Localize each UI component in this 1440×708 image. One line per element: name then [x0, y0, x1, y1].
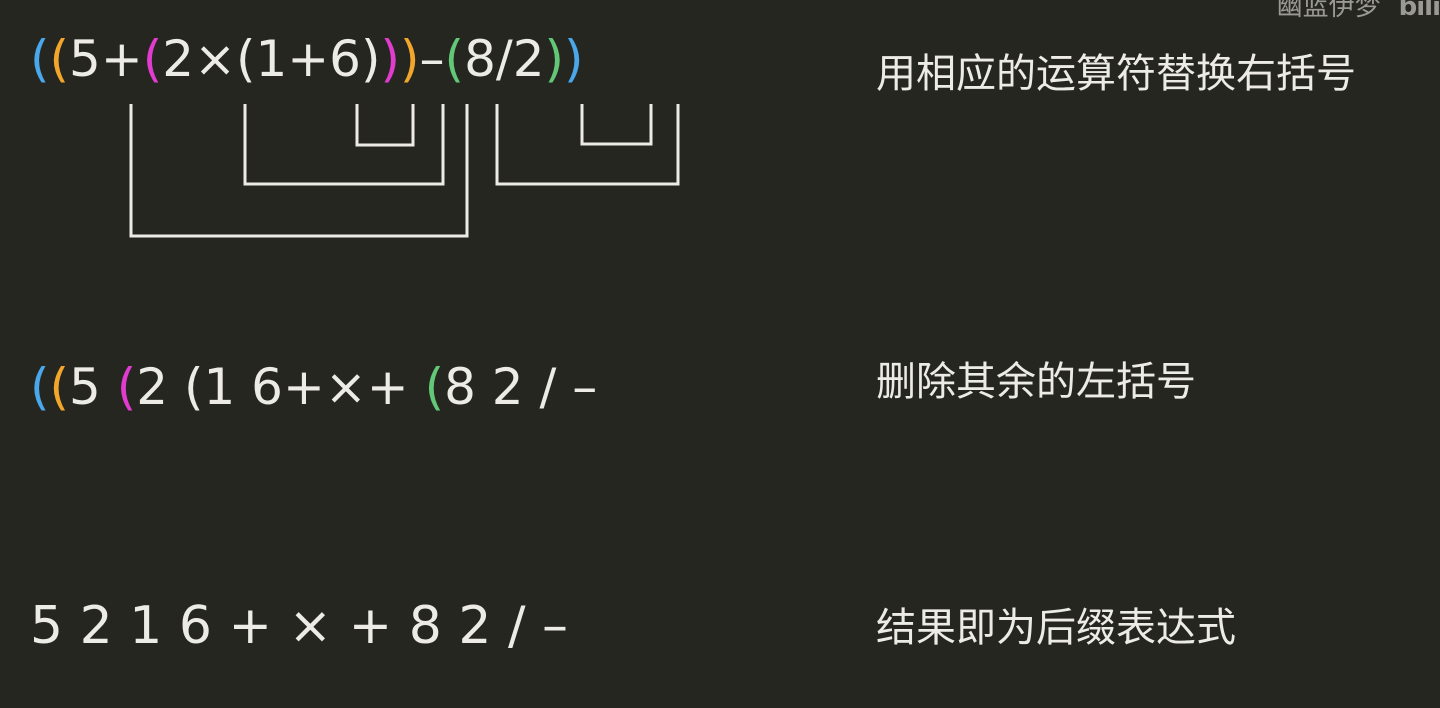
expression-token: – [419, 30, 445, 88]
connector-line-2-times [243, 104, 445, 186]
step-3-caption: 结果即为后缀表达式 [876, 605, 1236, 651]
expression-token: 2×(1+6) [162, 30, 381, 88]
connector-line-1-plus-6 [355, 104, 415, 147]
expression-token: ( [30, 358, 50, 416]
connector-line-minus [495, 104, 680, 186]
expression-token: ( [116, 358, 137, 416]
expression-token: ( [30, 30, 50, 88]
expression-token: ) [380, 30, 401, 88]
expression-token: ) [400, 30, 420, 88]
expression-token: ( [49, 358, 70, 416]
step-2-caption: 删除其余的左括号 [876, 359, 1196, 405]
expression-token: 8/2 [464, 30, 545, 88]
expression-postfix: 5 2 1 6 + × + 8 2 / – [30, 600, 568, 652]
expression-token: 5 2 1 6 + × + 8 2 / – [30, 596, 569, 656]
expression-token: ( [444, 30, 465, 88]
expression-infix: ((5+(2×(1+6)))–(8/2)) [30, 34, 584, 84]
watermark: 幽蓝伊梦 bili [1277, 0, 1440, 20]
expression-token: ) [564, 30, 584, 88]
expression-token: ( [49, 30, 70, 88]
expression-token: 2 (1 6+×+ [136, 358, 425, 416]
step-1-caption: 用相应的运算符替换右括号 [876, 51, 1356, 97]
expression-token: ( [142, 30, 163, 88]
expression-token: 8 2 / – [444, 358, 598, 416]
connector-line-5-plus [129, 104, 469, 238]
expression-token: 5+ [69, 30, 143, 88]
watermark-text: 幽蓝伊梦 [1276, 0, 1381, 22]
expression-token: ( [424, 358, 445, 416]
expression-token: ) [544, 30, 565, 88]
connector-line-8-div-2 [580, 104, 653, 146]
bilibili-logo-icon: bili [1398, 0, 1440, 22]
expression-token: 5 [69, 358, 117, 416]
expression-intermediate: ((5 (2 (1 6+×+ (8 2 / – [30, 362, 597, 412]
